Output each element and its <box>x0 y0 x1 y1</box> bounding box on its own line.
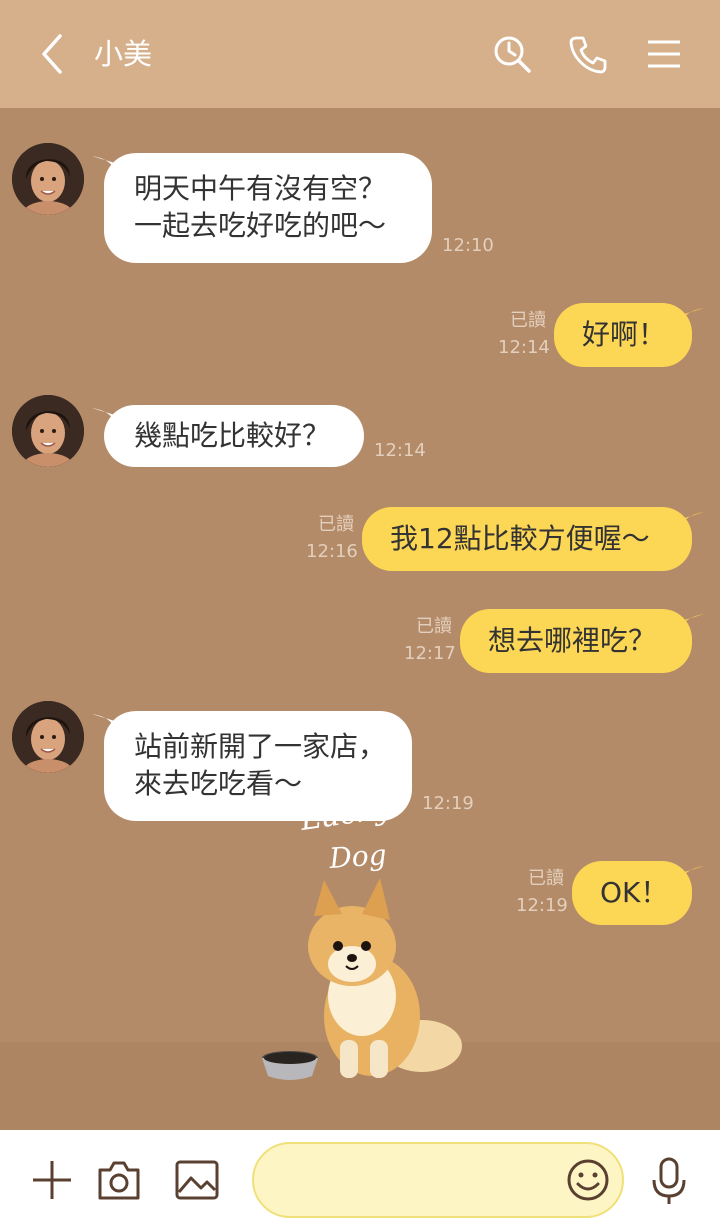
read-receipt: 已讀 <box>416 616 452 637</box>
sticker-text: Dog <box>327 838 387 875</box>
bubble-tail <box>678 512 704 532</box>
message-time: 12:19 <box>516 895 568 916</box>
message-text: OK！ <box>600 876 669 909</box>
plus-icon[interactable] <box>30 1158 74 1202</box>
image-icon[interactable] <box>174 1158 220 1202</box>
pomeranian-dog-sticker: Lucky Dog <box>262 796 462 1080</box>
menu-icon[interactable] <box>646 33 682 75</box>
smiley-icon[interactable] <box>566 1158 610 1202</box>
read-receipt: 已讀 <box>318 514 354 535</box>
avatar[interactable] <box>12 701 84 773</box>
avatar[interactable] <box>12 395 84 467</box>
chat-header: 小美 <box>0 0 720 108</box>
message-text: 一起去吃好吃的吧～ <box>134 209 387 242</box>
message-bubble-outgoing[interactable]: OK！ <box>572 861 692 925</box>
message-text: 幾點吃比較好？ <box>134 419 331 452</box>
phone-icon[interactable] <box>568 33 608 75</box>
bubble-tail <box>678 308 704 328</box>
chat-title: 小美 <box>94 37 153 71</box>
microphone-icon[interactable] <box>650 1156 688 1206</box>
message-input[interactable] <box>278 1162 558 1202</box>
camera-icon[interactable] <box>96 1158 142 1202</box>
bubble-tail <box>678 614 704 634</box>
message-bubble-outgoing[interactable]: 想去哪裡吃？ <box>460 609 692 673</box>
message-text: 好啊！ <box>582 318 667 351</box>
message-time: 12:17 <box>404 643 456 664</box>
avatar[interactable] <box>12 143 84 215</box>
message-bubble-incoming[interactable]: 幾點吃比較好？ <box>104 405 364 467</box>
message-input-box[interactable] <box>252 1142 624 1218</box>
input-toolbar <box>0 1130 720 1232</box>
sticker-text: Lucky <box>297 796 394 838</box>
message-bubble-incoming[interactable]: 明天中午有沒有空？ 一起去吃好吃的吧～ <box>104 153 432 263</box>
message-bubble-outgoing[interactable]: 好啊！ <box>554 303 692 367</box>
read-receipt: 已讀 <box>528 868 564 889</box>
message-text: 我12點比較方便喔～ <box>390 522 650 555</box>
message-text: 想去哪裡吃？ <box>488 624 657 657</box>
message-time: 12:16 <box>306 541 358 562</box>
message-text: 明天中午有沒有空？ <box>134 172 387 205</box>
message-text: 站前新開了一家店， <box>134 730 387 763</box>
message-bubble-outgoing[interactable]: 我12點比較方便喔～ <box>362 507 692 571</box>
search-clock-icon[interactable] <box>492 33 532 75</box>
message-time: 12:14 <box>498 337 550 358</box>
back-icon[interactable] <box>34 32 70 76</box>
bubble-tail <box>678 866 704 886</box>
message-time: 12:10 <box>442 235 494 256</box>
message-time: 12:14 <box>374 440 426 461</box>
read-receipt: 已讀 <box>510 310 546 331</box>
